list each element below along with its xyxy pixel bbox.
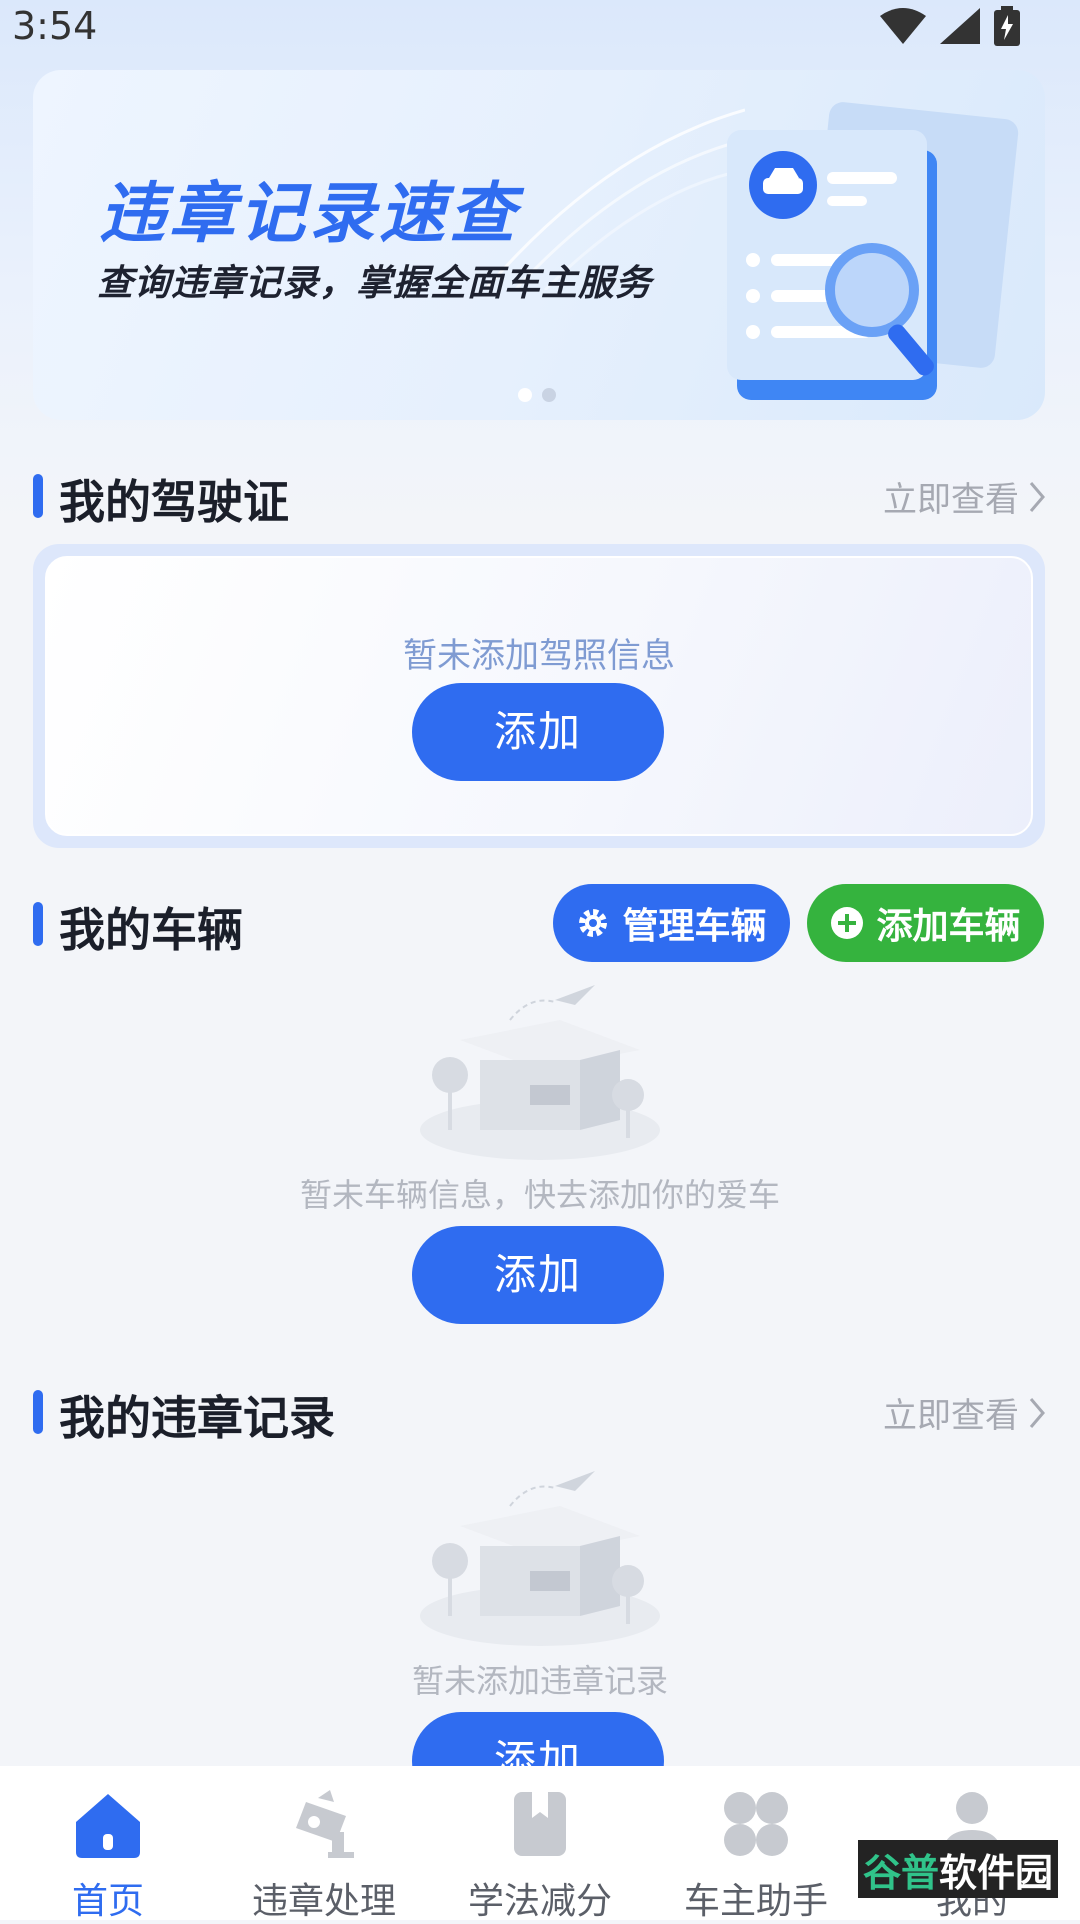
license-empty-text: 暂未添加驾照信息 — [403, 636, 675, 676]
nav-label-violation: 违章处理 — [251, 1881, 396, 1922]
gear-icon — [579, 909, 608, 937]
violation-section-header: 我的违章记录 立即查看 — [33, 1380, 1045, 1445]
manage-vehicle-button[interactable]: 管理车辆 — [553, 884, 790, 962]
clover-icon — [724, 1792, 788, 1856]
add-vehicle-button[interactable]: 添加 — [412, 1226, 664, 1324]
battery-icon — [994, 6, 1020, 46]
empty-box-illustration — [420, 985, 660, 1160]
vehicle-section-header: 我的车辆 — [33, 892, 533, 957]
add-vehicle-pill-label: 添加车辆 — [876, 906, 1021, 947]
nav-label-home: 首页 — [71, 1881, 144, 1922]
license-section-title: 我的驾驶证 — [59, 475, 289, 529]
nav-item-violation[interactable]: 违章处理 — [216, 1766, 432, 1922]
add-vehicle-pill-button[interactable]: 添加车辆 — [807, 884, 1044, 962]
document-search-illustration — [727, 102, 1019, 400]
nav-item-assistant[interactable]: 车主助手 — [648, 1766, 864, 1922]
plus-circle-icon — [831, 907, 864, 939]
manage-vehicle-label: 管理车辆 — [622, 906, 767, 947]
pagination-dot[interactable] — [542, 388, 556, 402]
violation-view-link-label: 立即查看 — [883, 1396, 1019, 1436]
promo-banner[interactable]: 违章记录速查 查询违章记录，掌握全面车主服务 — [33, 70, 1045, 420]
book-icon — [514, 1792, 566, 1856]
nav-label-assistant: 车主助手 — [683, 1881, 828, 1922]
license-section-header: 我的驾驶证 立即查看 — [33, 464, 1045, 529]
camera-icon — [296, 1790, 354, 1858]
license-view-link[interactable]: 立即查看 — [883, 472, 1045, 521]
section-accent-bar — [33, 902, 43, 946]
section-accent-bar — [33, 474, 43, 518]
signal-icon — [940, 8, 980, 44]
watermark-part2: 软件园 — [939, 1850, 1054, 1895]
watermark-part1: 谷普 — [862, 1850, 939, 1895]
banner-title: 违章记录速查 — [99, 175, 519, 252]
violation-section-title: 我的违章记录 — [59, 1391, 335, 1445]
section-accent-bar — [33, 1390, 43, 1434]
watermark-logo: 谷普 软件园 — [858, 1840, 1058, 1898]
vehicle-empty-text: 暂未车辆信息，快去添加你的爱车 — [299, 1176, 780, 1214]
violation-view-link[interactable]: 立即查看 — [883, 1388, 1045, 1437]
vehicle-section-title: 我的车辆 — [59, 903, 243, 957]
banner-subtitle: 查询违章记录，掌握全面车主服务 — [97, 263, 653, 304]
nav-item-study[interactable]: 学法减分 — [432, 1766, 648, 1922]
empty-box-illustration — [420, 1471, 660, 1646]
nav-label-study: 学法减分 — [467, 1881, 612, 1922]
license-view-link-label: 立即查看 — [883, 480, 1019, 520]
status-bar: 3:54 — [0, 0, 1080, 58]
status-icons — [880, 6, 1020, 46]
chevron-right-icon — [1029, 481, 1045, 512]
wifi-icon — [880, 8, 926, 44]
violation-empty-text: 暂未添加违章记录 — [411, 1662, 668, 1700]
pagination-dot-active[interactable] — [518, 388, 532, 402]
chevron-right-icon — [1029, 1397, 1045, 1428]
banner-pagination — [518, 388, 556, 402]
add-license-button[interactable]: 添加 — [412, 683, 664, 781]
nav-item-home[interactable]: 首页 — [0, 1766, 216, 1922]
home-icon — [76, 1794, 140, 1858]
status-time: 3:54 — [12, 4, 98, 48]
